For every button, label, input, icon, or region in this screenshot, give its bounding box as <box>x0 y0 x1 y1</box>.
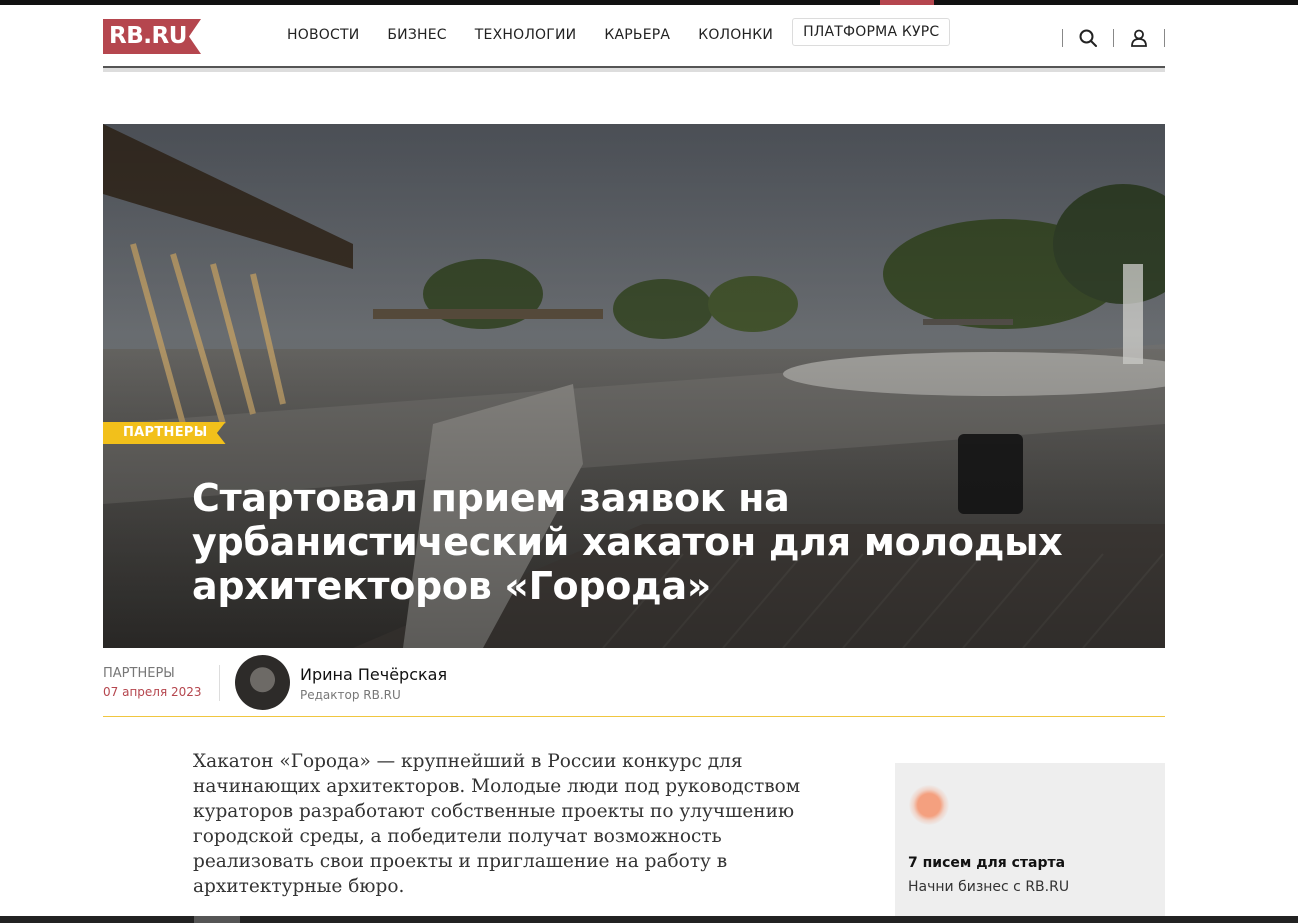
author-name[interactable]: Ирина Печёрская <box>300 665 447 684</box>
scrollbar-thumb[interactable] <box>194 916 240 923</box>
hero-image[interactable]: ПАРТНЕРЫ Стартовал прием заявок на урбан… <box>103 124 1165 648</box>
promo-title: 7 писем для старта <box>908 855 1066 871</box>
site-logo[interactable]: RB.RU <box>103 19 201 54</box>
nav-item-career[interactable]: КАРЬЕРА <box>604 27 670 43</box>
user-icon[interactable] <box>1114 27 1164 49</box>
horizontal-scrollbar[interactable] <box>0 916 1298 923</box>
nav-item-columns[interactable]: КОЛОНКИ <box>698 27 773 43</box>
nav-item-technology[interactable]: ТЕХНОЛОГИИ <box>475 27 577 43</box>
article-meta: ПАРТНЕРЫ 07 апреля 2023 Ирина Печёрская … <box>103 655 1165 717</box>
promo-subtitle: Начни бизнес с RB.RU <box>908 879 1070 895</box>
article-lead: Хакатон «Города» — крупнейший в России к… <box>193 751 801 897</box>
main-nav: НОВОСТИ БИЗНЕС ТЕХНОЛОГИИ КАРЬЕРА КОЛОНК… <box>287 18 978 46</box>
author-role: Редактор RB.RU <box>300 688 401 702</box>
nav-item-platform-kurs[interactable]: ПЛАТФОРМА КУРС <box>792 18 951 46</box>
author-avatar[interactable] <box>235 655 290 710</box>
logo-text: RB.RU <box>109 23 187 49</box>
tools-divider <box>1164 29 1165 47</box>
site-header: RB.RU НОВОСТИ БИЗНЕС ТЕХНОЛОГИИ КАРЬЕРА … <box>103 5 1165 68</box>
meta-category[interactable]: ПАРТНЕРЫ <box>103 666 175 681</box>
header-rule-shadow <box>103 68 1165 72</box>
meta-divider <box>219 665 220 701</box>
meta-rule <box>103 716 1165 717</box>
nav-item-news[interactable]: НОВОСТИ <box>287 27 359 43</box>
category-tag[interactable]: ПАРТНЕРЫ <box>103 422 226 444</box>
promo-dot-icon <box>909 785 949 825</box>
article-title: Стартовал прием заявок на урбанистически… <box>192 476 1063 608</box>
search-icon[interactable] <box>1063 27 1113 49</box>
promo-card[interactable]: 7 писем для старта Начни бизнес с RB.RU <box>895 763 1165 923</box>
header-tools <box>1062 27 1165 49</box>
nav-item-business[interactable]: БИЗНЕС <box>387 27 446 43</box>
publish-date: 07 апреля 2023 <box>103 685 202 699</box>
